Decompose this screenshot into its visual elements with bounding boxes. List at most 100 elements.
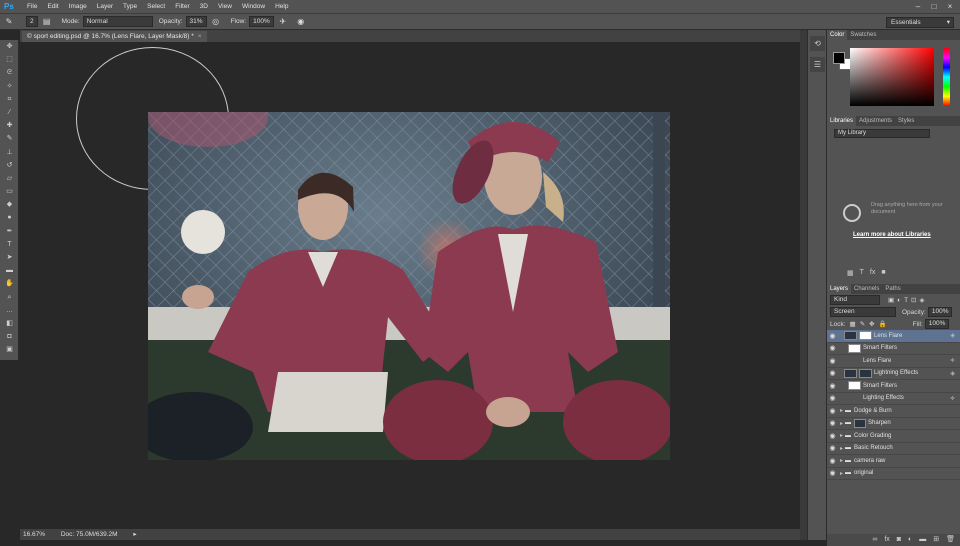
document-image[interactable] <box>148 112 670 460</box>
tab-libraries[interactable]: Libraries <box>827 116 857 126</box>
learn-more-link[interactable]: Learn more about Libraries <box>853 232 931 238</box>
eyedropper-tool-icon[interactable]: ⁄ <box>0 106 19 119</box>
tab-color[interactable]: Color <box>827 30 848 40</box>
path-selection-tool-icon[interactable]: ➤ <box>0 251 19 264</box>
layer-group-row[interactable]: ◉ ▸ ▬ Basic Retouch <box>827 443 960 455</box>
eye-icon[interactable]: ◉ <box>827 382 838 390</box>
menu-help[interactable]: Help <box>270 0 293 13</box>
layer-group-row[interactable]: ◉ ▸ ▬ Dodge & Burn <box>827 405 960 418</box>
eye-icon[interactable]: ◉ <box>827 369 838 377</box>
layer-group-row[interactable]: ◉ ▸ ▬ Sharpen <box>827 418 960 430</box>
lasso-tool-icon[interactable]: ᘓ <box>0 66 19 79</box>
library-select[interactable]: My Library <box>834 129 930 138</box>
crop-tool-icon[interactable]: ⌗ <box>0 93 19 106</box>
layer-mask-thumbnail[interactable] <box>859 368 872 378</box>
history-brush-tool-icon[interactable]: ↺ <box>0 159 19 172</box>
healing-brush-tool-icon[interactable]: ✚ <box>0 119 19 132</box>
chevron-right-icon[interactable]: ▸ <box>840 420 843 427</box>
type-tool-icon[interactable]: T <box>0 238 19 251</box>
add-style-icon[interactable]: fx <box>884 534 889 546</box>
layer-row[interactable]: ◉ Smart Filters <box>827 380 960 393</box>
more-tools-icon[interactable]: … <box>0 304 19 317</box>
new-group-icon[interactable]: ▬ <box>919 534 926 546</box>
color-picker-field[interactable] <box>850 48 934 106</box>
rectangle-tool-icon[interactable]: ▬ <box>0 264 19 277</box>
tab-paths[interactable]: Paths <box>882 284 903 294</box>
tab-layers[interactable]: Layers <box>827 284 852 294</box>
eye-icon[interactable]: ◉ <box>827 419 838 427</box>
adjustment-layer-icon[interactable]: ◐ <box>908 534 912 546</box>
close-icon[interactable]: × <box>198 33 202 40</box>
minimize-icon[interactable]: – <box>910 0 926 13</box>
menu-file[interactable]: File <box>22 0 42 13</box>
screen-mode-icon[interactable]: ▣ <box>0 343 19 356</box>
eye-icon[interactable]: ◉ <box>827 344 838 352</box>
trash-icon[interactable]: 🗑 <box>946 534 955 546</box>
history-panel-icon[interactable]: ⟲ <box>810 36 825 51</box>
tab-channels[interactable]: Channels <box>851 284 882 294</box>
pressure-size-icon[interactable]: ◉ <box>295 16 307 28</box>
eye-icon[interactable]: ◉ <box>827 469 838 477</box>
eye-icon[interactable]: ◉ <box>827 444 838 452</box>
chevron-right-icon[interactable]: ▸ <box>840 445 843 452</box>
status-menu-arrow-icon[interactable]: ▸ <box>133 531 136 538</box>
add-color-icon[interactable]: ■ <box>881 269 885 279</box>
hue-slider[interactable] <box>943 48 950 106</box>
menu-filter[interactable]: Filter <box>170 0 194 13</box>
vertical-scrollbar[interactable] <box>800 30 807 540</box>
menu-select[interactable]: Select <box>142 0 170 13</box>
eye-icon[interactable]: ◉ <box>827 357 838 365</box>
pressure-opacity-icon[interactable]: ◎ <box>210 16 222 28</box>
menu-view[interactable]: View <box>213 0 237 13</box>
layer-mask-thumbnail[interactable] <box>859 331 872 341</box>
document-tab[interactable]: © sport editing.psd @ 16.7% (Lens Flare,… <box>22 31 207 42</box>
layer-filter-select[interactable]: Kind <box>830 295 880 305</box>
clone-stamp-tool-icon[interactable]: ⊥ <box>0 146 19 159</box>
layer-row[interactable]: ◉ Lighting Effects ≑ <box>827 393 960 405</box>
layer-group-row[interactable]: ◉ ▸ ▬ camera raw <box>827 455 960 468</box>
chevron-right-icon[interactable]: ▸ <box>840 407 843 414</box>
filter-options-icon[interactable]: ≑ <box>950 357 955 364</box>
airbrush-icon[interactable]: ✈ <box>277 16 289 28</box>
add-style-icon[interactable]: fx <box>870 269 875 279</box>
layer-row[interactable]: ◉ Lightning Effects ◈ <box>827 368 960 380</box>
menu-type[interactable]: Type <box>118 0 142 13</box>
quick-mask-icon[interactable]: ◘ <box>0 330 19 343</box>
add-mask-icon[interactable]: ◙ <box>897 534 901 546</box>
hand-tool-icon[interactable]: ✋ <box>0 277 19 290</box>
layer-opacity-input[interactable]: 100% <box>927 307 953 317</box>
layer-row[interactable]: ◉ Lens Flare ≑ <box>827 355 960 368</box>
menu-layer[interactable]: Layer <box>92 0 118 13</box>
color-swatches-icon[interactable]: ◧ <box>0 317 19 330</box>
brush-tool-icon[interactable]: ✎ <box>0 132 19 145</box>
filter-icons[interactable]: ▣◐T⊡◈ <box>888 296 927 304</box>
layer-row[interactable]: ◉ Lens Flare ◈ <box>827 330 960 343</box>
eye-icon[interactable]: ◉ <box>827 407 838 415</box>
menu-edit[interactable]: Edit <box>42 0 63 13</box>
lock-icons[interactable]: ▦✎✥🔒 <box>850 320 891 328</box>
tab-swatches[interactable]: Swatches <box>847 30 879 40</box>
zoom-tool-icon[interactable]: ⌕ <box>0 291 19 304</box>
brush-panel-icon[interactable]: ▤ <box>41 16 53 28</box>
add-text-icon[interactable]: T <box>860 269 864 279</box>
layer-group-row[interactable]: ◉ ▸ ▬ Color Grading <box>827 430 960 443</box>
menu-window[interactable]: Window <box>237 0 270 13</box>
chevron-right-icon[interactable]: ▸ <box>840 457 843 464</box>
flow-input[interactable]: 100% <box>249 16 274 27</box>
eye-icon[interactable]: ◉ <box>827 432 838 440</box>
dodge-tool-icon[interactable]: ● <box>0 211 19 224</box>
brush-size-picker[interactable]: 2 <box>26 16 38 27</box>
tab-styles[interactable]: Styles <box>895 116 917 126</box>
menu-3d[interactable]: 3D <box>195 0 213 13</box>
eye-icon[interactable]: ◉ <box>827 332 838 340</box>
layer-group-row[interactable]: ◉ ▸ ▬ original <box>827 468 960 480</box>
blur-tool-icon[interactable]: ◆ <box>0 198 19 211</box>
eye-icon[interactable]: ◉ <box>827 457 838 465</box>
tab-adjustments[interactable]: Adjustments <box>856 116 895 126</box>
eraser-tool-icon[interactable]: ▱ <box>0 172 19 185</box>
group-mask-thumbnail[interactable] <box>854 418 867 428</box>
new-layer-icon[interactable]: ⊞ <box>933 534 939 546</box>
marquee-tool-icon[interactable]: ⬚ <box>0 53 19 66</box>
link-layers-icon[interactable]: ∞ <box>872 534 877 546</box>
maximize-icon[interactable]: □ <box>926 0 942 13</box>
